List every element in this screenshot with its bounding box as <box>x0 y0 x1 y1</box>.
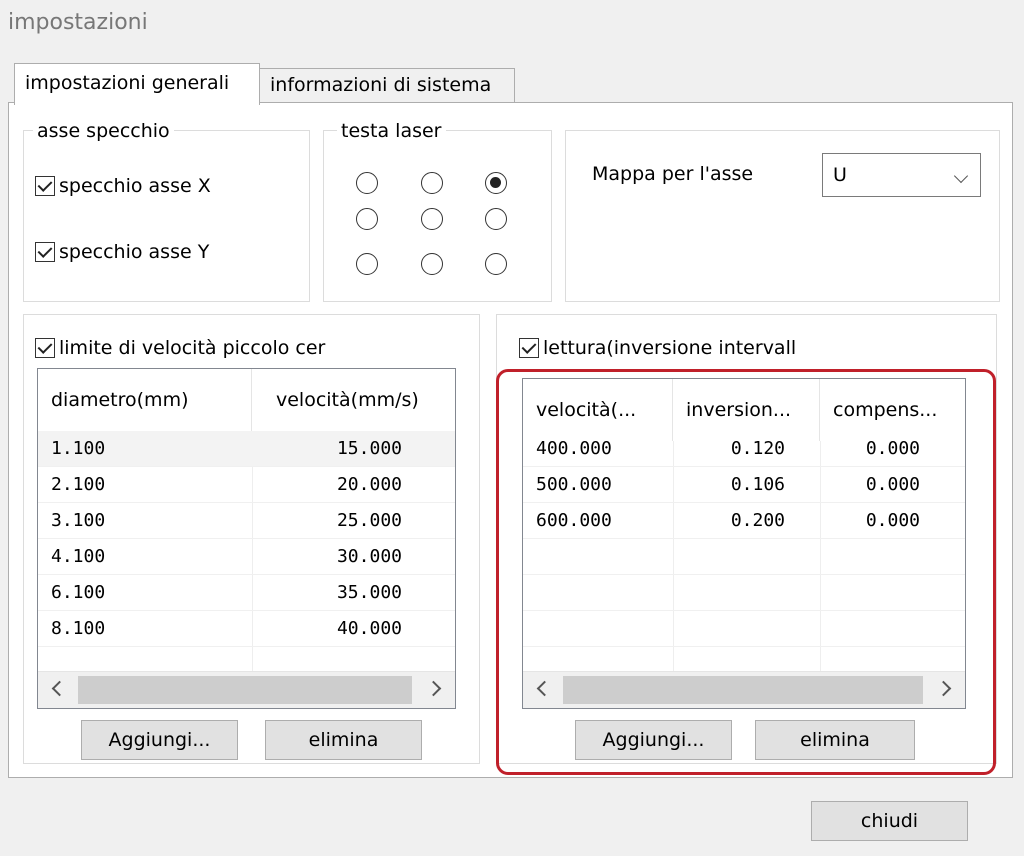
table-cell: 25.000 <box>336 510 402 531</box>
table-cell: 400.000 <box>536 438 612 459</box>
checkbox-icon <box>35 338 55 358</box>
horizontal-scrollbar[interactable] <box>523 671 965 708</box>
table-row[interactable]: 400.000 0.120 0.000 <box>523 431 965 467</box>
table-row[interactable] <box>523 539 965 575</box>
table-cell: 1.100 <box>51 438 106 459</box>
mirror-y-checkbox[interactable]: specchio asse Y <box>35 241 210 263</box>
table-cell: 0.120 <box>730 438 785 459</box>
column-header-speed[interactable]: velocità(mm/s) <box>252 369 455 431</box>
reversal-label: lettura(inversione intervall <box>543 337 797 359</box>
table-cell: 2.100 <box>51 474 106 495</box>
table-cell: 4.100 <box>51 546 106 567</box>
laser-head-radio-2[interactable] <box>421 172 443 194</box>
table-row[interactable]: 1.100 15.000 <box>38 431 455 467</box>
speed-limit-delete-button[interactable]: elimina <box>265 720 422 760</box>
reversal-list[interactable]: velocità(... inversion... compens... 400… <box>522 378 966 709</box>
window-title: impostazioni <box>8 10 148 35</box>
table-cell: 8.100 <box>51 618 106 639</box>
speed-limit-add-button[interactable]: Aggiungi... <box>81 720 238 760</box>
laser-head-radio-1[interactable] <box>356 172 378 194</box>
table-row[interactable]: 6.100 35.000 <box>38 575 455 611</box>
reversal-add-button[interactable]: Aggiungi... <box>575 720 732 760</box>
close-button[interactable]: chiudi <box>811 801 968 841</box>
table-row[interactable]: 600.000 0.200 0.000 <box>523 503 965 539</box>
checkbox-icon <box>35 176 55 196</box>
axis-map-dropdown[interactable]: U <box>822 153 981 197</box>
checkbox-icon <box>35 242 55 262</box>
table-cell: 35.000 <box>336 582 402 603</box>
mirror-axis-group <box>23 130 310 302</box>
table-cell: 40.000 <box>336 618 402 639</box>
table-cell <box>820 611 920 646</box>
table-row[interactable]: 8.100 40.000 <box>38 611 455 647</box>
laser-head-radio-4[interactable] <box>356 208 378 230</box>
table-row[interactable]: 2.100 20.000 <box>38 467 455 503</box>
reversal-checkbox[interactable]: lettura(inversione intervall <box>519 337 801 359</box>
table-cell <box>673 611 785 646</box>
scroll-right-icon[interactable] <box>425 680 442 697</box>
table-cell: 20.000 <box>336 474 402 495</box>
table-cell <box>673 539 785 574</box>
table-cell: 0.000 <box>865 438 920 459</box>
table-row[interactable]: 4.100 30.000 <box>38 539 455 575</box>
laser-head-radio-6[interactable] <box>485 208 507 230</box>
table-row[interactable]: 500.000 0.106 0.000 <box>523 467 965 503</box>
table-cell: 600.000 <box>536 510 612 531</box>
table-cell: 15.000 <box>336 438 402 459</box>
mirror-x-label: specchio asse X <box>59 175 211 197</box>
laser-head-radio-8[interactable] <box>421 253 443 275</box>
speed-limit-label: limite di velocità piccolo cer <box>59 337 326 359</box>
tab-system-info[interactable]: informazioni di sistema <box>259 68 515 102</box>
tab-general-settings[interactable]: impostazioni generali <box>14 63 260 105</box>
scroll-left-icon[interactable] <box>51 680 68 697</box>
column-header-diameter[interactable]: diametro(mm) <box>38 369 252 431</box>
laser-head-radio-9[interactable] <box>485 253 507 275</box>
table-row[interactable] <box>523 575 965 611</box>
horizontal-scrollbar[interactable] <box>38 671 455 708</box>
table-cell: 500.000 <box>536 474 612 495</box>
mirror-y-label: specchio asse Y <box>59 241 210 263</box>
table-cell <box>536 575 666 610</box>
scroll-left-icon[interactable] <box>536 680 553 697</box>
table-cell <box>536 539 666 574</box>
chevron-down-icon <box>953 168 969 184</box>
table-cell: 6.100 <box>51 582 106 603</box>
checkbox-icon <box>519 338 539 358</box>
table-cell: 30.000 <box>336 546 402 567</box>
table-row[interactable]: 3.100 25.000 <box>38 503 455 539</box>
scrollbar-thumb[interactable] <box>78 676 412 704</box>
laser-head-radio-5[interactable] <box>421 208 443 230</box>
table-cell <box>536 611 666 646</box>
table-cell: 0.000 <box>865 510 920 531</box>
table-row[interactable] <box>523 611 965 647</box>
scrollbar-thumb[interactable] <box>563 676 923 704</box>
table-cell <box>820 575 920 610</box>
table-cell: 0.106 <box>730 474 785 495</box>
table-cell: 0.000 <box>865 474 920 495</box>
mirror-x-checkbox[interactable]: specchio asse X <box>35 175 211 197</box>
scroll-right-icon[interactable] <box>935 680 952 697</box>
laser-head-radio-7[interactable] <box>356 253 378 275</box>
table-cell: 3.100 <box>51 510 106 531</box>
reversal-delete-button[interactable]: elimina <box>755 720 915 760</box>
laser-head-legend: testa laser <box>337 120 446 142</box>
table-cell <box>673 575 785 610</box>
speed-limit-list[interactable]: diametro(mm) velocità(mm/s) 1.100 15.000 2… <box>37 368 456 709</box>
axis-map-value: U <box>833 164 847 186</box>
table-cell: 0.200 <box>730 510 785 531</box>
table-cell <box>820 539 920 574</box>
speed-limit-checkbox[interactable]: limite di velocità piccolo cer <box>35 337 330 359</box>
axis-map-label: Mappa per l'asse <box>592 163 754 185</box>
laser-head-radio-3[interactable] <box>485 172 507 194</box>
mirror-axis-legend: asse specchio <box>33 120 174 142</box>
